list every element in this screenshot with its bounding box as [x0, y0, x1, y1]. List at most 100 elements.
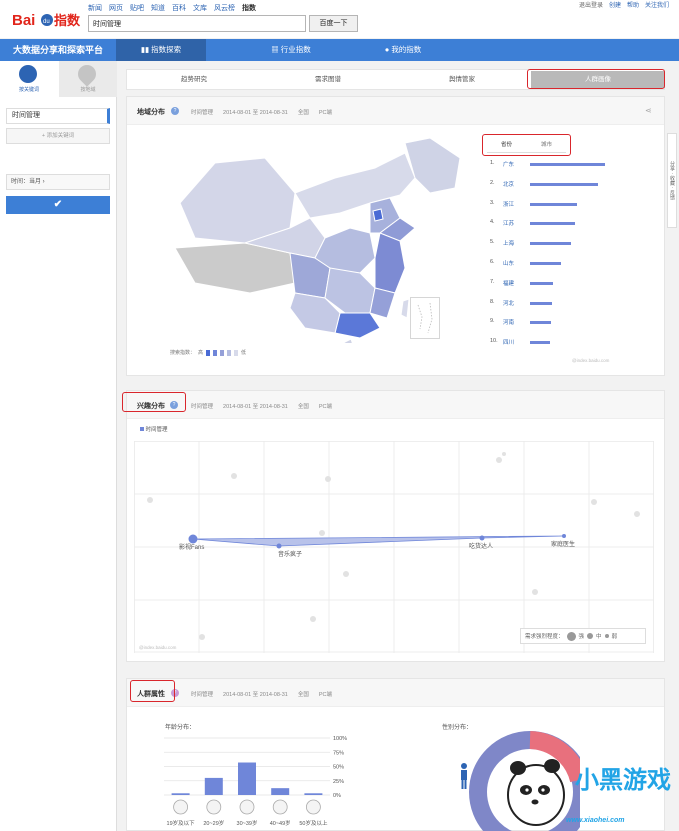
ranking-region-name: 北京 — [503, 181, 515, 188]
nav-link-tieba[interactable]: 贴吧 — [130, 3, 144, 13]
ranking-region-name: 河南 — [503, 320, 515, 327]
subtab-demand[interactable]: 需求图谱 — [261, 70, 395, 89]
nav-link-baike[interactable]: 百科 — [172, 3, 186, 13]
age-group-label: 40~49岁 — [270, 819, 291, 827]
ranking-bar — [530, 301, 552, 305]
age-face-icon — [173, 799, 189, 815]
age-group-label: 30~39岁 — [237, 819, 258, 827]
meta-date-range: 2014-08-01 至 2014-08-31 — [223, 692, 288, 698]
ranking-row[interactable]: 10. 四川 — [490, 338, 620, 348]
node-foodie — [479, 535, 485, 541]
ranking-number: 3. — [490, 199, 495, 206]
keyword-item[interactable]: 时间管理 — [6, 108, 110, 124]
age-group-label: 19岁及以下 — [167, 819, 196, 827]
ranking-bar — [530, 202, 577, 206]
highlight-box — [122, 392, 186, 412]
share-float-button[interactable]: 分享 — [669, 161, 675, 171]
nav-link-web[interactable]: 网页 — [109, 3, 123, 13]
map-region-hainan — [341, 338, 353, 343]
user-link-follow[interactable]: 关注我们 — [645, 0, 669, 9]
age-bar — [238, 762, 256, 795]
search-button[interactable]: 百度一下 — [309, 15, 358, 32]
interest-panel-meta: 时间管理 2014-08-01 至 2014-08-31 全国 PC端 — [191, 402, 332, 410]
subtab-trend[interactable]: 趋势研究 — [127, 70, 261, 89]
side-toolbar: 分享 · 收藏 · 反馈 — [667, 133, 677, 228]
region-panel-header: 地域分布 ? 时间管理 2014-08-01 至 2014-08-31 全国 P… — [127, 97, 664, 125]
time-selector[interactable]: 时间：当月 › — [6, 174, 110, 190]
meta-device: PC端 — [318, 110, 332, 116]
meta-area: 全国 — [297, 404, 309, 410]
meta-date-range: 2014-08-01 至 2014-08-31 — [223, 404, 288, 410]
meta-keyword: 时间管理 — [191, 404, 214, 410]
map-region-xinjiang — [179, 157, 296, 244]
meta-area: 全国 — [297, 110, 309, 116]
nav-link-index[interactable]: 指数 — [242, 3, 256, 13]
sidebar-tab-keyword[interactable]: 按关键词 — [0, 61, 58, 97]
favorite-float-button[interactable]: 收藏 — [669, 176, 675, 186]
sidebar-tab-region[interactable]: 按地域 — [59, 61, 117, 97]
tab-my-index[interactable]: ● 我的指数 — [358, 39, 448, 61]
age-axis-tick-label: 25% — [333, 779, 344, 785]
user-link-help[interactable]: 帮助 — [627, 0, 639, 9]
tab-index-explore[interactable]: ▮▮ 指数探索 — [116, 39, 206, 61]
ranking-bar — [530, 341, 551, 345]
map-region-jiangsu-zhejiang — [374, 232, 406, 294]
baidu-index-logo[interactable]: Bai du 指数 — [12, 8, 87, 30]
ranking-number: 4. — [490, 219, 495, 226]
ranking-region-name: 上海 — [503, 241, 515, 248]
left-sidebar: 按关键词 按地域 时间管理 + 添加关键词 时间：当月 › ✔ — [0, 61, 117, 831]
ranking-row[interactable]: 6. 山东 — [490, 259, 620, 269]
ranking-region-name: 江苏 — [503, 221, 515, 228]
age-bar — [171, 793, 190, 795]
feedback-float-button[interactable]: 反馈 — [669, 190, 675, 200]
nav-link-fengyunbang[interactable]: 风云榜 — [214, 3, 235, 13]
ranking-number: 7. — [490, 278, 495, 285]
highlight-box — [527, 69, 665, 89]
share-icon[interactable]: ⋖ — [645, 106, 652, 115]
crowd-panel-meta: 时间管理 2014-08-01 至 2014-08-31 全国 PC端 — [191, 690, 332, 698]
age-face-icon — [239, 799, 255, 815]
add-keyword-button[interactable]: + 添加关键词 — [6, 128, 110, 144]
sidebar-tabs: 按关键词 按地域 — [0, 61, 117, 97]
legend-swatch — [140, 427, 144, 431]
interest-graph[interactable]: 影视Fans 音乐疯子 吃货达人 家庭医生 — [134, 441, 654, 653]
ranking-region-name: 浙江 — [503, 201, 515, 208]
tab-industry-index-label: 行业指数 — [280, 45, 311, 54]
ranking-region-name: 广东 — [503, 162, 515, 168]
map-legend: 搜索指数： 高 低 — [170, 349, 246, 356]
ranking-row[interactable]: 9. 河南 — [490, 318, 620, 328]
nav-link-news[interactable]: 新闻 — [88, 3, 102, 13]
age-distribution-title: 年龄分布： — [165, 725, 196, 731]
ranking-number: 9. — [490, 318, 495, 325]
nav-link-zhidao[interactable]: 知道 — [151, 3, 165, 13]
search-input[interactable]: 时间管理 — [88, 15, 306, 32]
highlight-box — [130, 680, 175, 702]
strength-dot-strong — [566, 631, 576, 641]
subtab-sentiment[interactable]: 舆情管家 — [395, 70, 529, 89]
ranking-region-name: 四川 — [503, 340, 515, 347]
node-doctor — [562, 534, 566, 538]
age-group-label: 20~29岁 — [203, 819, 224, 827]
ranking-row[interactable]: 7. 福建 — [490, 279, 620, 289]
top-nav-links: 新闻 网页 贴吧 知道 百科 文库 风云榜 指数 — [88, 3, 256, 13]
ranking-row[interactable]: 2. 北京 — [490, 180, 620, 190]
highlight-box — [482, 134, 571, 156]
user-links: 退出登录 创建 帮助 关注我们 — [579, 0, 669, 9]
nav-link-wenku[interactable]: 文库 — [193, 3, 207, 13]
confirm-button[interactable]: ✔ — [6, 196, 110, 214]
ranking-region-name: 山东 — [503, 261, 515, 267]
ranking-row[interactable]: 5. 上海 — [490, 239, 620, 249]
age-face-icon — [305, 799, 321, 815]
ranking-bar — [530, 182, 598, 186]
user-link-logout[interactable]: 退出登录 — [579, 0, 603, 9]
strength-dot-medium — [587, 633, 594, 639]
ranking-row[interactable]: 8. 河北 — [490, 299, 620, 309]
user-link-create[interactable]: 创建 — [609, 0, 621, 9]
ranking-row[interactable]: 1. 广东 — [490, 160, 620, 170]
interest-legend-label: 时间管理 — [145, 427, 168, 433]
ranking-row[interactable]: 4. 江苏 — [490, 219, 620, 229]
interest-watermark: @index.baidu.com — [139, 645, 177, 650]
ranking-row[interactable]: 3. 浙江 — [490, 200, 620, 210]
tab-industry-index[interactable]: ▦ 行业指数 — [246, 39, 336, 61]
help-icon[interactable]: ? — [171, 107, 179, 115]
